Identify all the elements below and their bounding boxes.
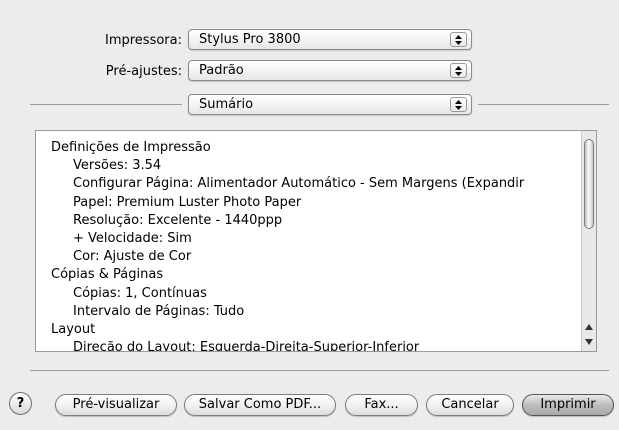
- summary-list[interactable]: Definições de Impressão Versões: 3.54 Conf…: [35, 130, 597, 352]
- printer-label: Impressora:: [105, 33, 182, 48]
- printer-popup[interactable]: Stylus Pro 3800: [188, 29, 472, 50]
- cancel-button[interactable]: Cancelar: [426, 394, 514, 416]
- panel-popup[interactable]: Sumário: [188, 94, 472, 115]
- fax-button[interactable]: Fax...: [345, 394, 418, 416]
- summary-line: Intervalo de Páginas: Tudo: [73, 303, 245, 319]
- bottom-divider: [30, 370, 609, 371]
- summary-line: Papel: Premium Luster Photo Paper: [73, 194, 302, 210]
- help-button[interactable]: ?: [9, 392, 32, 415]
- presets-value: Padrão: [199, 63, 244, 78]
- updown-arrows-icon: [450, 97, 467, 112]
- printer-value: Stylus Pro 3800: [199, 32, 301, 47]
- summary-line: Layout: [51, 321, 96, 337]
- print-button[interactable]: Imprimir: [522, 394, 614, 416]
- summary-line: Cópias & Páginas: [51, 267, 164, 283]
- divider-left: [30, 104, 182, 105]
- scroll-down-arrow-icon[interactable]: [582, 335, 596, 348]
- presets-label: Pré-ajustes:: [105, 64, 182, 79]
- panel-value: Sumário: [199, 97, 254, 112]
- summary-line: Definições de Impressão: [51, 140, 211, 155]
- summary-line: + Velocidade: Sim: [73, 230, 192, 246]
- presets-popup[interactable]: Padrão: [188, 60, 472, 81]
- summary-line: Versões: 3.54: [73, 158, 162, 174]
- divider-right: [478, 104, 609, 105]
- vertical-scrollbar[interactable]: [581, 131, 596, 351]
- summary-line: Configurar Página: Alimentador Automátic…: [73, 176, 525, 192]
- updown-arrows-icon: [450, 32, 467, 47]
- summary-text: Definições de Impressão Versões: 3.54 Conf…: [51, 139, 576, 352]
- scroll-thumb[interactable]: [584, 139, 594, 229]
- save-pdf-button[interactable]: Salvar Como PDF...: [184, 394, 336, 416]
- summary-line: Resolução: Excelente - 1440ppp: [73, 212, 283, 228]
- summary-line: Cópias: 1, Contínuas: [73, 285, 207, 301]
- summary-line: Cor: Ajuste de Cor: [73, 249, 192, 265]
- scroll-up-arrow-icon[interactable]: [582, 321, 596, 334]
- summary-line: Direção do Layout: Esquerda-Direita-Supe…: [73, 340, 420, 352]
- preview-button[interactable]: Pré-visualizar: [55, 394, 177, 416]
- updown-arrows-icon: [450, 63, 467, 78]
